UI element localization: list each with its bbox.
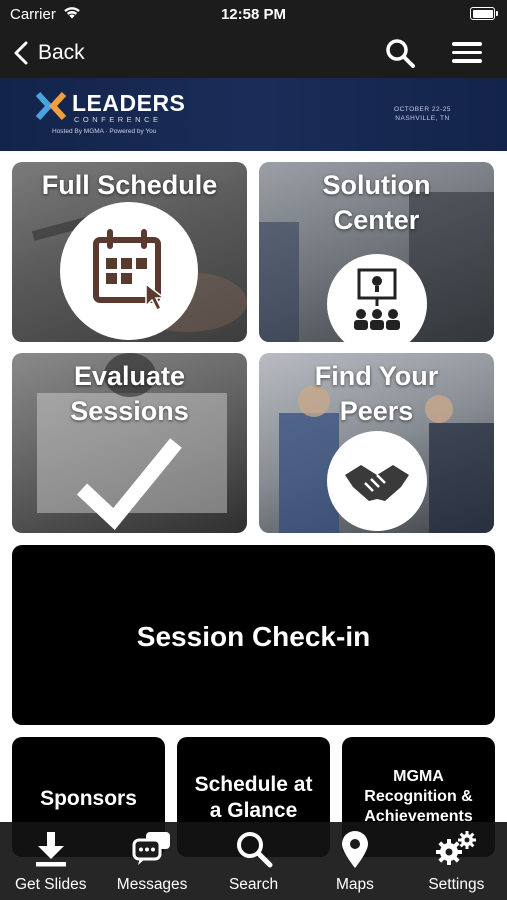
back-button[interactable]: Back xyxy=(14,39,85,67)
nav-bar: Back xyxy=(0,28,507,78)
messages-icon xyxy=(132,830,172,871)
search-icon xyxy=(235,830,273,873)
search-icon xyxy=(386,39,415,68)
status-time: 12:58 PM xyxy=(220,6,287,23)
banner-location: NASHVILLE, TN xyxy=(395,115,450,122)
tile-title: Full Schedule xyxy=(41,170,218,200)
tile-title-line1: MGMA xyxy=(393,768,444,785)
back-label: Back xyxy=(38,41,85,64)
menu-button[interactable] xyxy=(452,38,482,68)
calendar-icon xyxy=(93,229,167,312)
calendar-circle xyxy=(60,202,198,340)
tab-get-slides[interactable]: Get Slides xyxy=(0,822,101,900)
tile-title-line1: Schedule at xyxy=(194,773,313,796)
tile-title-line1: Find Your xyxy=(314,361,439,391)
gears-icon xyxy=(435,830,477,871)
checkmark-icon xyxy=(76,438,182,530)
conference-banner: LEADERS CONFERENCE Hosted By MGMA · Powe… xyxy=(0,78,507,151)
banner-date: OCTOBER 22-25 xyxy=(394,106,451,113)
tab-label: Get Slides xyxy=(14,876,87,893)
tile-title-line2: a Glance xyxy=(209,799,298,822)
status-bar: Carrier 12:58 PM xyxy=(0,0,507,28)
banner-title: LEADERS xyxy=(72,90,186,116)
tile-title-line1: Evaluate xyxy=(73,361,186,391)
handshake-circle xyxy=(327,431,427,531)
tile-title-line2: Sessions xyxy=(70,396,189,426)
battery-icon xyxy=(470,7,498,20)
chevron-left-icon xyxy=(14,41,28,65)
presentation-icon xyxy=(354,268,400,330)
banner-dates: OCTOBER 22-25 NASHVILLE, TN xyxy=(394,105,451,123)
presentation-circle xyxy=(327,254,427,342)
search-button[interactable] xyxy=(384,37,416,69)
handshake-icon xyxy=(345,465,409,501)
tile-title-line2: Center xyxy=(333,205,420,235)
tab-label: Maps xyxy=(335,876,374,893)
tab-settings[interactable]: Settings xyxy=(406,822,507,900)
tab-maps[interactable]: Maps xyxy=(304,822,405,900)
leaders-x-logo-icon xyxy=(36,92,66,120)
tab-search[interactable]: Search xyxy=(203,822,304,900)
banner-subtitle: CONFERENCE xyxy=(74,115,162,124)
tile-title-line2: Peers xyxy=(339,396,414,426)
tab-label: Search xyxy=(228,876,279,893)
map-pin-icon xyxy=(340,830,370,875)
tile-session-check-in[interactable]: Session Check-in xyxy=(12,545,495,725)
tile-title: Sponsors xyxy=(40,787,137,810)
tab-label: Messages xyxy=(116,876,188,893)
hamburger-icon xyxy=(452,42,482,63)
tile-title-line2: Recognition & xyxy=(364,788,473,805)
tile-full-schedule[interactable]: Full Schedule xyxy=(12,162,247,342)
tile-solution-center[interactable]: Solution Center xyxy=(259,162,494,342)
banner-hosted: Hosted By MGMA · Powered by You xyxy=(52,128,157,135)
tile-evaluate-sessions[interactable]: Evaluate Sessions xyxy=(12,353,247,533)
download-icon xyxy=(34,830,68,873)
tile-title: Session Check-in xyxy=(136,621,371,652)
tab-bar: Get Slides Messages Search Maps Settings xyxy=(0,822,507,900)
tile-title-line1: Solution xyxy=(322,170,431,200)
tab-messages[interactable]: Messages xyxy=(101,822,202,900)
tab-label: Settings xyxy=(428,876,485,893)
tile-find-your-peers[interactable]: Find Your Peers xyxy=(259,353,494,533)
